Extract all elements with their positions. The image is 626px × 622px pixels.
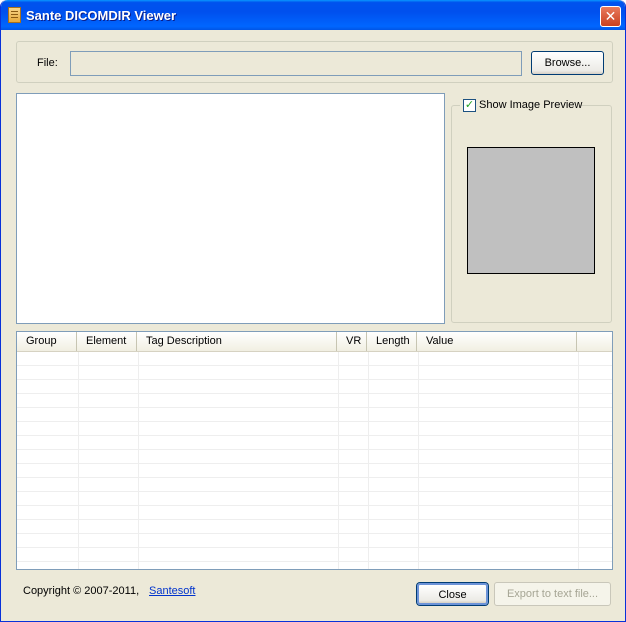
table-row[interactable] [17, 436, 612, 450]
column-header-vr[interactable]: VR [337, 332, 367, 351]
client-area: File: Browse... ✓ Show Image Preview Gro… [4, 30, 622, 619]
table-body [17, 352, 612, 569]
file-path-field[interactable] [70, 51, 522, 76]
table-row[interactable] [17, 422, 612, 436]
column-header-length[interactable]: Length [367, 332, 417, 351]
image-preview [467, 147, 595, 274]
show-preview-label[interactable]: Show Image Preview [479, 99, 582, 111]
column-header-group[interactable]: Group [17, 332, 77, 351]
close-window-icon[interactable]: ✕ [600, 6, 621, 27]
table-row[interactable] [17, 548, 612, 562]
browse-button[interactable]: Browse... [531, 51, 604, 75]
table-row[interactable] [17, 394, 612, 408]
title-bar[interactable]: Sante DICOMDIR Viewer ✕ [1, 0, 625, 30]
copyright-text: Copyright © 2007-2011, [23, 585, 140, 597]
table-row[interactable] [17, 506, 612, 520]
table-header: Group Element Tag Description VR Length … [17, 332, 612, 352]
table-row[interactable] [17, 352, 612, 366]
app-icon [8, 7, 21, 23]
column-header-tag-description[interactable]: Tag Description [137, 332, 337, 351]
window-title: Sante DICOMDIR Viewer [26, 8, 177, 23]
table-row[interactable] [17, 464, 612, 478]
table-row[interactable] [17, 492, 612, 506]
show-preview-checkbox[interactable]: ✓ [463, 99, 476, 112]
table-row[interactable] [17, 520, 612, 534]
dicomdir-tree[interactable] [16, 93, 445, 324]
export-to-text-button: Export to text file... [494, 582, 611, 606]
table-row[interactable] [17, 366, 612, 380]
column-header-value[interactable]: Value [417, 332, 577, 351]
table-row[interactable] [17, 380, 612, 394]
table-row[interactable] [17, 408, 612, 422]
santesoft-link[interactable]: Santesoft [149, 585, 195, 597]
tag-table[interactable]: Group Element Tag Description VR Length … [16, 331, 613, 570]
app-window: Sante DICOMDIR Viewer ✕ File: Browse... … [0, 0, 626, 622]
table-row[interactable] [17, 534, 612, 548]
file-label: File: [37, 57, 58, 69]
close-button[interactable]: Close [417, 583, 488, 605]
column-header-element[interactable]: Element [77, 332, 137, 351]
table-row[interactable] [17, 478, 612, 492]
table-row[interactable] [17, 450, 612, 464]
